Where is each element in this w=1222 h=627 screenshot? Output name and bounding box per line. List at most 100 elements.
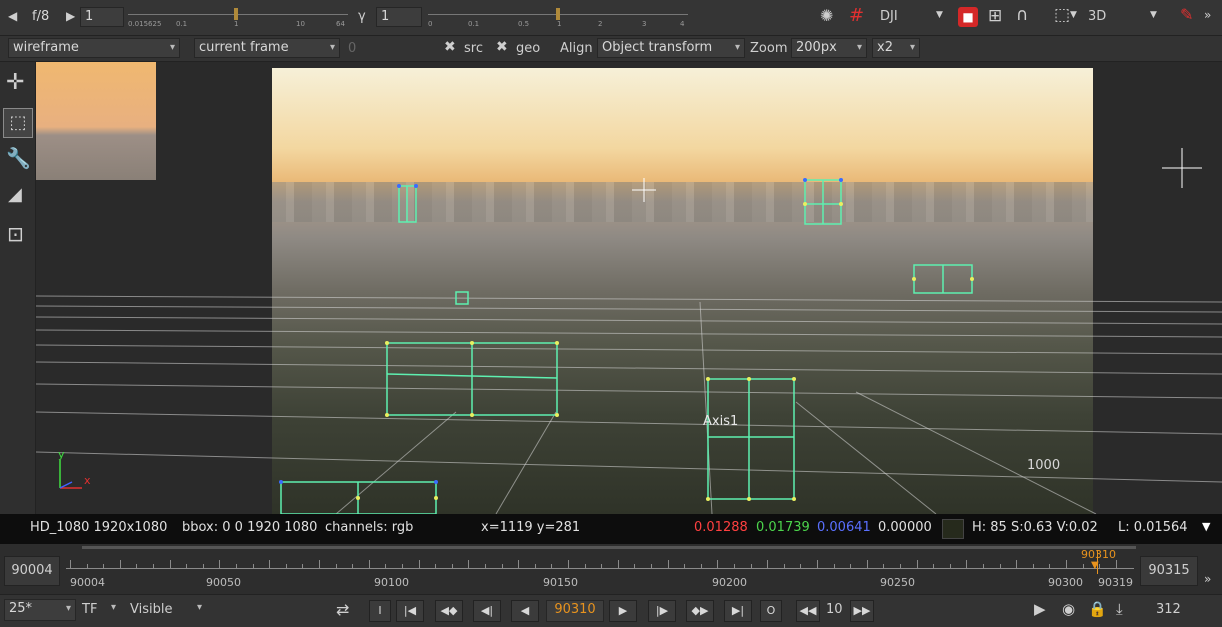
- go-to-end-button[interactable]: ▶|: [724, 600, 752, 622]
- timeline-minor-tick: [817, 560, 818, 569]
- current-frame-input[interactable]: 90310: [546, 600, 604, 622]
- transport-controls: 25* TF Visible ⇄ I |◀ ◀◆ ◀| ◀ 90310 ▶ |▶…: [0, 594, 1222, 627]
- timeline-minor-tick: [833, 564, 835, 569]
- timeline-minor-tick: [385, 564, 387, 569]
- playback-mode-icon[interactable]: ⇄: [336, 600, 349, 619]
- gain-input[interactable]: 1: [80, 7, 124, 27]
- grid-overlay-icon[interactable]: #: [849, 5, 864, 26]
- timeline-minor-tick: [285, 564, 287, 569]
- expand-toolbar-icon[interactable]: »: [1204, 8, 1211, 22]
- visibility-select[interactable]: Visible: [130, 602, 206, 620]
- view-mode-dropdown-icon[interactable]: ▼: [1150, 10, 1157, 20]
- step-back-button[interactable]: ◀|: [473, 600, 501, 622]
- timeline-minor-tick: [269, 560, 271, 569]
- select-tool-icon[interactable]: ⬚: [3, 108, 33, 138]
- viewer-lut-select[interactable]: DJI: [880, 9, 898, 24]
- step-forward-button[interactable]: |▶: [648, 600, 676, 622]
- timeline-track[interactable]: 90004 90050 90100 90150 90200 90250 9030…: [66, 544, 1136, 594]
- gamma-slider-handle[interactable]: [556, 8, 560, 20]
- crosshair-tool-icon[interactable]: ✛: [6, 70, 24, 95]
- view-mode-select[interactable]: 3D: [1088, 9, 1106, 24]
- timeline-end-frame[interactable]: 90315: [1140, 556, 1198, 586]
- next-keyframe-button[interactable]: ◆▶: [686, 600, 714, 622]
- go-to-start-button[interactable]: |◀: [396, 600, 424, 622]
- timeline-minor-tick: [700, 564, 702, 569]
- frame-step-input[interactable]: 10: [826, 602, 843, 617]
- lock-icon[interactable]: 🔒: [1088, 600, 1107, 618]
- timeline-minor-tick: [866, 560, 868, 569]
- src-checkbox-icon[interactable]: ✖: [444, 39, 456, 55]
- timeline-minor-tick: [983, 564, 984, 569]
- timeline-minor-tick: [485, 564, 486, 569]
- frame-mode-select[interactable]: current frame: [194, 38, 340, 58]
- safe-area-icon[interactable]: ⬚: [1054, 5, 1070, 25]
- play-forward-button[interactable]: ▶: [609, 600, 637, 622]
- status-menu-icon[interactable]: ▼: [1202, 520, 1210, 533]
- wrench-tool-icon[interactable]: 🔧: [6, 146, 31, 170]
- zoom-multiplier-select[interactable]: x2: [872, 38, 920, 58]
- grid-distance-label: 1000: [1027, 458, 1061, 473]
- visibility-value: Visible: [130, 602, 173, 617]
- timeline-start-frame[interactable]: 90004: [4, 556, 60, 586]
- frame-mode-value: current frame: [199, 40, 289, 55]
- safe-area-dropdown-icon[interactable]: ▼: [1070, 10, 1077, 20]
- tick-90050: 90050: [206, 576, 241, 589]
- geo-checkbox-icon[interactable]: ✖: [496, 39, 508, 55]
- timeline: 90004 90004 90050 90100 90150 90200 9025…: [0, 544, 1222, 594]
- camera-icon[interactable]: ■: [958, 7, 978, 27]
- timeline-minor-tick: [119, 560, 121, 569]
- prev-keyframe-button[interactable]: ◀◆: [435, 600, 463, 622]
- timeline-minor-tick: [252, 564, 254, 569]
- timeline-minor-tick: [236, 564, 237, 569]
- roi-icon[interactable]: ⊞: [988, 6, 1002, 26]
- export-icon[interactable]: ⤓: [1116, 600, 1123, 618]
- frame-offset-input[interactable]: 0: [348, 41, 356, 56]
- gamma-input[interactable]: 1: [376, 7, 422, 27]
- prev-fstop-icon[interactable]: ◀: [8, 9, 17, 23]
- viewer-tools-sidebar: ✛ ⬚ 🔧 ◢ ⊡: [0, 62, 36, 514]
- timeline-minor-tick: [319, 560, 320, 569]
- curve-icon[interactable]: ∩: [1016, 5, 1028, 25]
- timeline-minor-tick: [684, 564, 686, 569]
- next-fstop-icon[interactable]: ▶: [66, 9, 75, 23]
- gain-scale-4: 64: [336, 20, 345, 28]
- gamma-scale-3: 1: [557, 20, 562, 28]
- fstop-label[interactable]: f/8: [32, 9, 49, 24]
- clipping-warning-icon[interactable]: ✺: [820, 6, 833, 25]
- in-point-button[interactable]: I: [369, 600, 391, 622]
- play-reverse-button[interactable]: ◀: [511, 600, 539, 622]
- paint-brush-icon[interactable]: ✎: [1180, 5, 1193, 24]
- gain-slider-handle[interactable]: [234, 8, 238, 20]
- gamma-scale-2: 0.5: [518, 20, 530, 28]
- zoom-select[interactable]: 200px: [791, 38, 867, 58]
- skip-forward-button[interactable]: ▶▶: [850, 600, 874, 622]
- timeline-expand-icon[interactable]: »: [1204, 572, 1211, 586]
- fps-select[interactable]: 25*: [4, 599, 76, 621]
- record-icon[interactable]: ◉: [1062, 600, 1075, 618]
- gain-slider[interactable]: 0.015625 0.1 1 10 64: [128, 6, 348, 30]
- out-point-button[interactable]: O: [760, 600, 782, 622]
- timeline-minor-tick: [352, 564, 354, 569]
- axis-label: Axis1: [703, 414, 739, 429]
- tf-select[interactable]: TF: [82, 602, 120, 620]
- gamma-scale-4: 2: [598, 20, 603, 28]
- flipbook-icon[interactable]: ▶: [1034, 600, 1046, 618]
- frame-count: 312: [1156, 602, 1181, 617]
- color-swatch: [942, 519, 964, 539]
- gamma-slider[interactable]: 0 0.1 0.5 1 2 3 4: [428, 6, 688, 30]
- timeline-minor-tick: [551, 564, 553, 569]
- knife-tool-icon[interactable]: ◢: [8, 184, 22, 205]
- red-value: 0.01288: [694, 520, 748, 535]
- timeline-minor-tick: [999, 564, 1001, 569]
- align-select[interactable]: Object transform: [597, 38, 745, 58]
- timeline-minor-tick: [1049, 564, 1051, 569]
- transform-box-icon[interactable]: ⊡: [7, 222, 24, 246]
- timeline-minor-tick: [966, 560, 968, 569]
- display-mode-select[interactable]: wireframe: [8, 38, 180, 58]
- skip-back-button[interactable]: ◀◀: [796, 600, 820, 622]
- ground-grid: [36, 148, 1222, 514]
- gamma-scale-0: 0: [428, 20, 433, 28]
- viewer-lut-dropdown-icon[interactable]: ▼: [936, 10, 943, 20]
- viewer-canvas[interactable]: Axis1 1000 y x: [36, 62, 1222, 514]
- timeline-minor-tick: [501, 564, 503, 569]
